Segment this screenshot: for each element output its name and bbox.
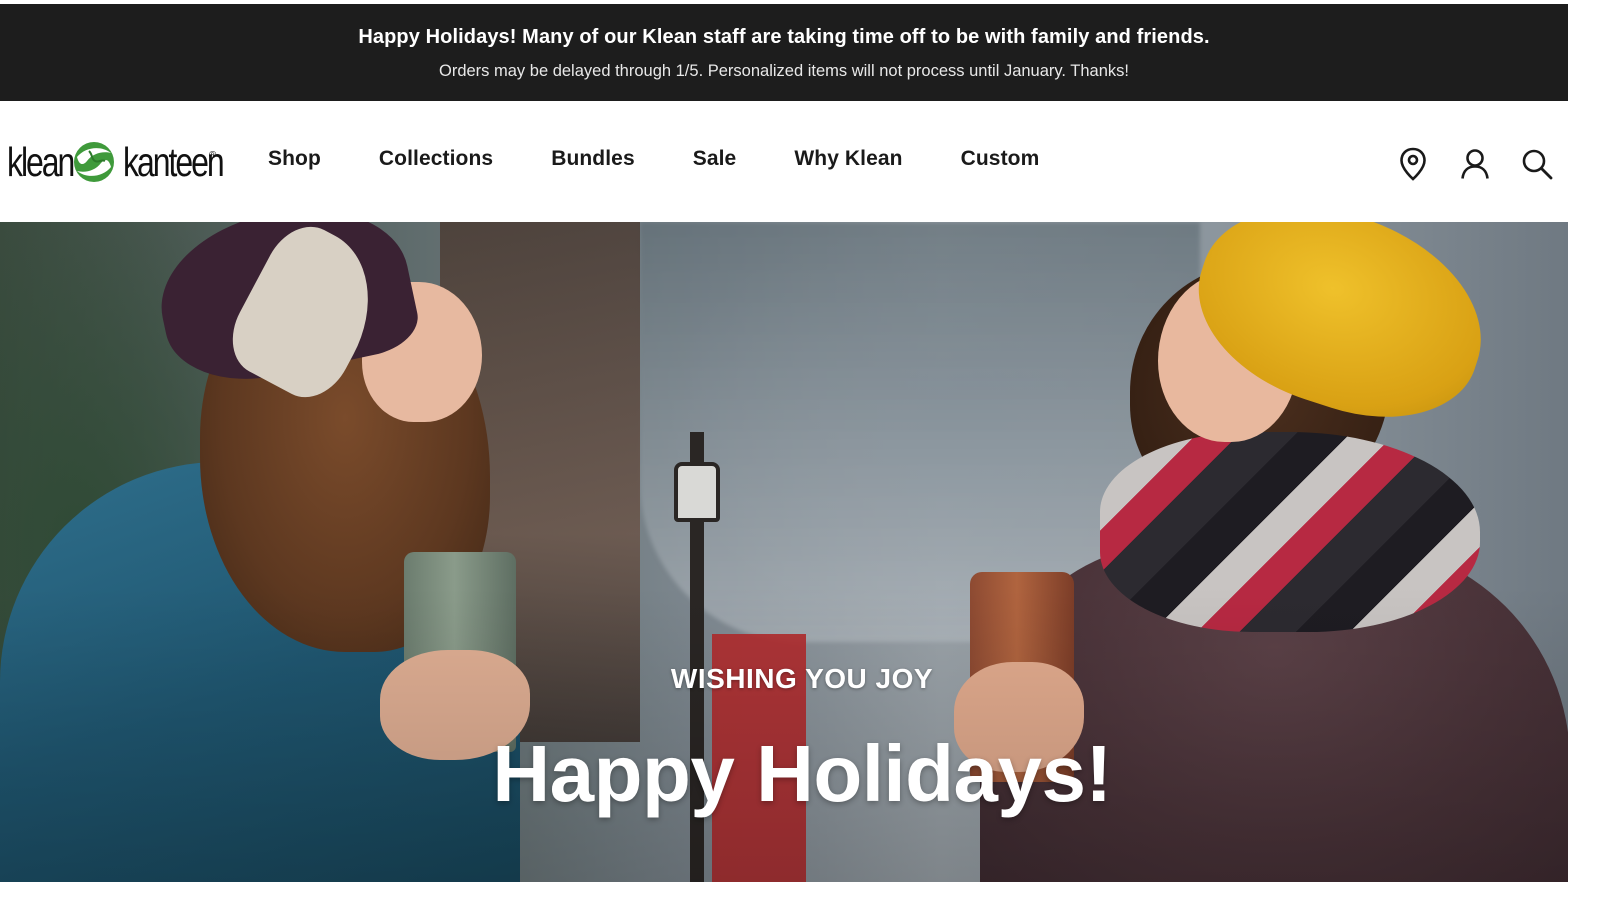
location-pin-icon: [1400, 147, 1426, 181]
nav-why-klean[interactable]: Why Klean: [794, 147, 902, 171]
globe-logo-icon: [74, 142, 114, 182]
search-icon: [1522, 149, 1553, 180]
account-button[interactable]: [1456, 145, 1494, 183]
hero-banner[interactable]: WISHING YOU JOY Happy Holidays!: [0, 222, 1568, 882]
page: Happy Holidays! Many of our Klean staff …: [0, 0, 1568, 901]
nav-custom[interactable]: Custom: [961, 147, 1040, 171]
search-button[interactable]: [1518, 145, 1556, 183]
store-locator-button[interactable]: [1394, 145, 1432, 183]
logo-word-kanteen: kanteen: [123, 138, 225, 185]
page-right-gutter: [1568, 0, 1600, 901]
announcement-headline: Happy Holidays! Many of our Klean staff …: [358, 26, 1210, 48]
header-icons: [1394, 145, 1556, 183]
main-nav: Shop Collections Bundles Sale Why Klean …: [268, 147, 1097, 171]
nav-sale[interactable]: Sale: [693, 147, 737, 171]
announcement-bar: Happy Holidays! Many of our Klean staff …: [0, 4, 1568, 101]
site-header: klean kanteen ® Shop Collections Bundles…: [0, 101, 1568, 222]
nav-shop[interactable]: Shop: [268, 147, 321, 171]
nav-collections[interactable]: Collections: [379, 147, 493, 171]
hero-kicker: WISHING YOU JOY: [670, 663, 934, 694]
logo-word-klean: klean: [7, 138, 75, 185]
announcement-subtext: Orders may be delayed through 1/5. Perso…: [439, 62, 1129, 80]
site-logo[interactable]: klean kanteen ®: [7, 138, 225, 185]
account-icon: [1461, 149, 1489, 179]
hero-headline: Happy Holidays!: [492, 729, 1112, 818]
nav-bundles[interactable]: Bundles: [551, 147, 635, 171]
